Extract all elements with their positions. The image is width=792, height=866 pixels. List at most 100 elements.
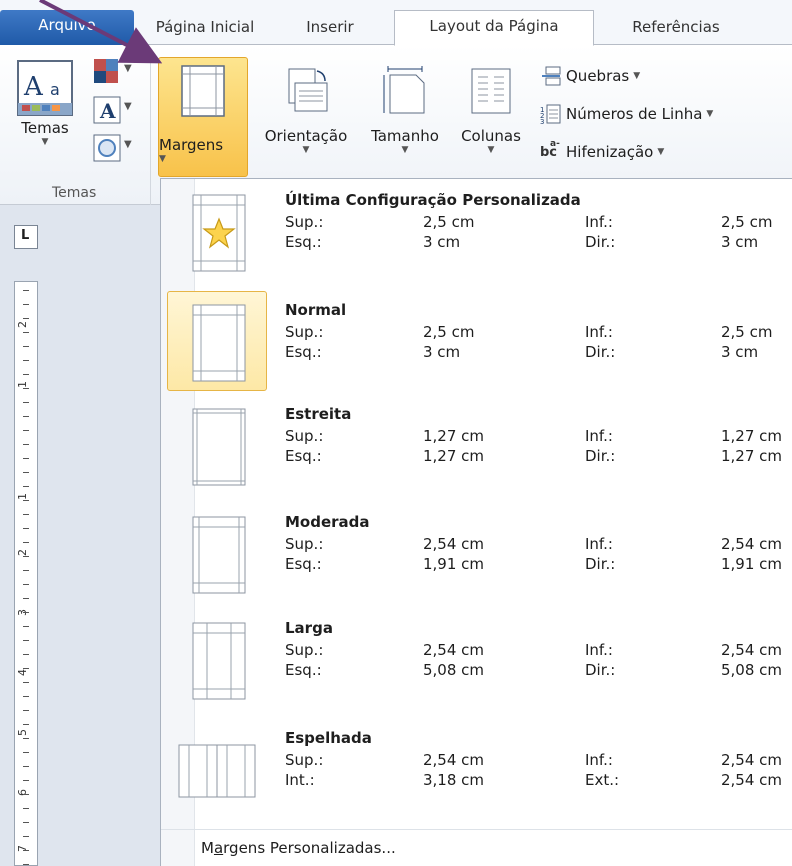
themes-button[interactable]: A a Temas ▼ [10, 59, 80, 147]
margin-preset-icon [192, 304, 246, 382]
tab-referencias[interactable]: Referências [606, 12, 746, 46]
ruler-tick [23, 388, 29, 389]
theme-effects-button[interactable]: ▼ [92, 133, 136, 165]
margin-preset-icon [192, 194, 246, 272]
margins-icon [181, 65, 225, 117]
chevron-down-icon: ▼ [302, 145, 310, 155]
size-button[interactable]: Tamanho ▼ [360, 65, 450, 155]
ruler-tick [23, 556, 29, 557]
ruler-tick [23, 752, 29, 753]
theme-colors-button[interactable]: ▼ [92, 57, 136, 89]
orientation-button-label: Orientação [264, 127, 348, 145]
ruler-tick [23, 640, 29, 641]
margins-button-label: Margens [159, 136, 224, 154]
row1-value2: 2,54 cm [721, 535, 783, 553]
word-window: Arquivo Página Inicial Inserir Layout da… [0, 0, 792, 866]
row2-label: Int.: [285, 771, 315, 789]
row2-value2: 2,54 cm [721, 771, 783, 789]
ruler-tick [23, 374, 29, 375]
tab-layout-da-pagina[interactable]: Layout da Página [394, 10, 594, 46]
tab-pagina-inicial[interactable]: Página Inicial [142, 12, 268, 46]
row1-value2: 2,5 cm [721, 213, 773, 231]
svg-text:▼: ▼ [124, 101, 132, 112]
row2-value: 3,18 cm [423, 771, 485, 789]
ruler-tick [23, 290, 29, 291]
theme-effects-icon: ▼ [93, 134, 132, 162]
row2-value: 3 cm [423, 343, 461, 361]
margin-preset-normal[interactable]: Normal Sup.: 2,5 cm Inf.: 2,5 cm Esq.: 3 cm Dir… [161, 291, 792, 407]
row2-label2: Dir.: [585, 661, 616, 679]
margin-preset--ltima-configura-o-personalizada[interactable]: Última Configuração Personalizada Sup.: 2,… [161, 187, 792, 297]
preset-title: Normal [285, 301, 347, 319]
custom-margins-menu-item[interactable]: Margens Personalizadas... [201, 839, 396, 857]
ruler-tick [23, 850, 29, 851]
row2-label: Esq.: [285, 661, 322, 679]
tab-inserir[interactable]: Inserir [280, 12, 380, 46]
ruler-number: 1 [16, 381, 29, 388]
row1-value: 1,27 cm [423, 427, 485, 445]
page-size-icon [383, 66, 425, 114]
svg-text:▼: ▼ [124, 63, 132, 74]
margin-preset-larga[interactable]: Larga Sup.: 2,54 cm Inf.: 2,54 cm Esq.: 5,08 c… [161, 615, 792, 725]
ribbon-tab-bar: Arquivo Página Inicial Inserir Layout da… [0, 0, 792, 46]
margin-preset-icon [192, 516, 246, 594]
row2-value: 1,91 cm [423, 555, 485, 573]
tab-arquivo[interactable]: Arquivo [0, 10, 134, 45]
preset-title: Moderada [285, 513, 370, 531]
row2-label: Esq.: [285, 447, 322, 465]
row1-label2: Inf.: [585, 427, 613, 445]
row1-value2: 1,27 cm [721, 427, 783, 445]
row1-label: Sup.: [285, 427, 324, 445]
row1-label2: Inf.: [585, 213, 613, 231]
row1-label2: Inf.: [585, 641, 613, 659]
chevron-down-icon: ▼ [633, 71, 641, 81]
ruler-tick [23, 822, 29, 823]
breaks-button[interactable]: Quebras ▼ [540, 63, 640, 89]
chevron-down-icon: ▼ [657, 147, 665, 157]
tab-selector-button[interactable]: L [14, 225, 38, 249]
margin-preset-espelhada[interactable]: Espelhada Sup.: 2,54 cm Inf.: 2,54 cm Int.: 3,… [161, 725, 792, 835]
margin-preset-moderada[interactable]: Moderada Sup.: 2,54 cm Inf.: 2,54 cm Esq.: 1,9… [161, 509, 792, 619]
ruler-tick [23, 682, 29, 683]
ruler-tick [23, 542, 29, 543]
row1-value2: 2,54 cm [721, 751, 783, 769]
svg-text:a: a [50, 80, 60, 99]
row1-label2: Inf.: [585, 751, 613, 769]
row1-label: Sup.: [285, 641, 324, 659]
columns-button[interactable]: Colunas ▼ [450, 65, 532, 155]
row2-label2: Ext.: [585, 771, 620, 789]
breaks-label: Quebras [566, 67, 630, 85]
theme-fonts-icon: A ▼ [93, 96, 132, 124]
orientation-button[interactable]: Orientação ▼ [252, 65, 360, 155]
ruler-tick [23, 444, 29, 445]
preset-title: Última Configuração Personalizada [285, 191, 581, 209]
margins-button[interactable]: Margens ▼ [158, 57, 248, 177]
margin-preset-estreita[interactable]: Estreita Sup.: 1,27 cm Inf.: 1,27 cm Esq.: 1,2… [161, 401, 792, 511]
vertical-ruler[interactable]: 211234567 [14, 281, 38, 866]
row2-value2: 3 cm [721, 233, 759, 251]
theme-fonts-button[interactable]: A ▼ [92, 95, 136, 127]
ruler-tick [23, 402, 29, 403]
ruler-tick [23, 528, 29, 529]
chevron-down-icon: ▼ [401, 145, 409, 155]
chevron-down-icon: ▼ [487, 145, 495, 155]
preset-title: Estreita [285, 405, 352, 423]
preset-title: Espelhada [285, 729, 372, 747]
row1-label: Sup.: [285, 751, 324, 769]
row2-value2: 5,08 cm [721, 661, 783, 679]
ruler-number: 2 [16, 321, 29, 328]
ruler-tick [23, 472, 29, 473]
hyphenation-button[interactable]: bc a- Hifenização ▼ [540, 139, 664, 165]
line-numbers-button[interactable]: 123 Números de Linha ▼ [540, 101, 713, 127]
row2-label2: Dir.: [585, 555, 616, 573]
row1-value: 2,54 cm [423, 641, 485, 659]
row1-label: Sup.: [285, 323, 324, 341]
orientation-icon [288, 68, 328, 112]
row2-value2: 1,27 cm [721, 447, 783, 465]
row2-label: Esq.: [285, 555, 322, 573]
row2-value2: 3 cm [721, 343, 759, 361]
ruler-tick [23, 654, 29, 655]
ruler-tick [23, 570, 29, 571]
svg-text:A: A [99, 99, 116, 123]
row2-value: 1,27 cm [423, 447, 485, 465]
